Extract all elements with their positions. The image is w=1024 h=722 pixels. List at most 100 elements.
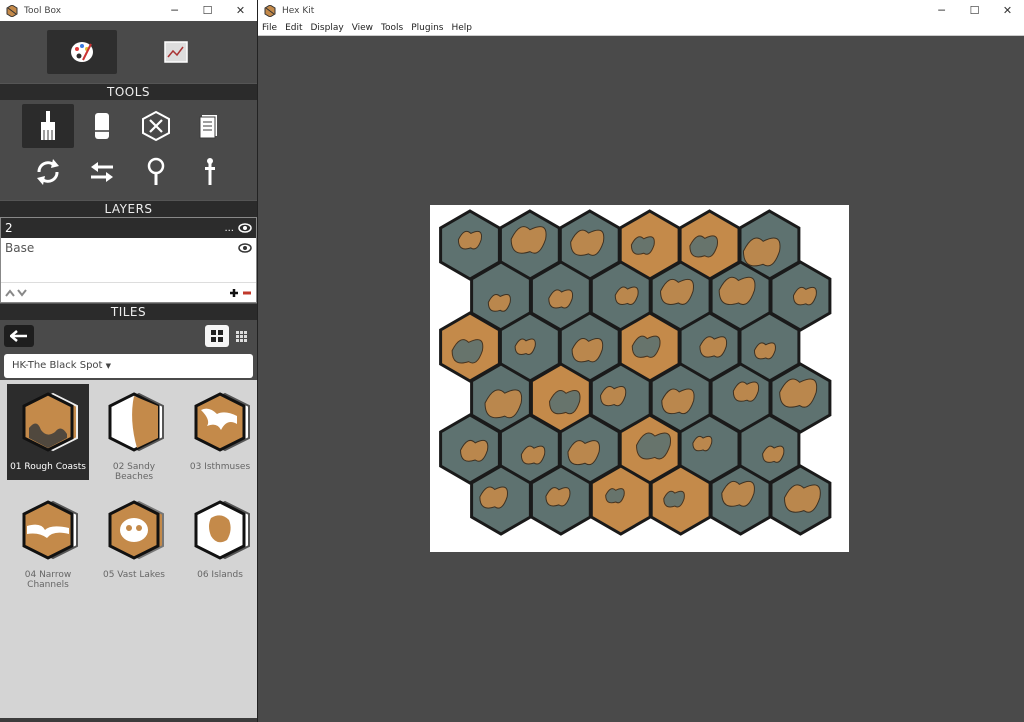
layer-options[interactable]: ... (224, 223, 234, 234)
tile-label: 03 Isthmuses (189, 462, 251, 472)
pick-tool[interactable] (184, 150, 236, 194)
eraser-tool[interactable] (76, 104, 128, 148)
coastline-shape (630, 236, 655, 255)
coastline-shape (451, 339, 484, 364)
tile-item[interactable]: 05 Vast Lakes (93, 492, 175, 600)
menu-edit[interactable]: Edit (281, 23, 306, 33)
coastline-shape (548, 289, 574, 309)
notes-tool[interactable] (184, 104, 236, 148)
main-window: Hex Kit ─ ☐ ✕ File Edit Display View Too… (258, 0, 1024, 722)
tile-item[interactable]: 04 Narrow Channels (7, 492, 89, 600)
move-down-icon[interactable] (17, 288, 27, 297)
coastline-shape (742, 237, 781, 267)
grid-small-icon (235, 330, 247, 342)
map-mode-button[interactable] (141, 30, 211, 74)
layers-header: LAYERS (0, 200, 257, 217)
coastline-shape (779, 378, 818, 408)
menu-display[interactable]: Display (307, 23, 348, 33)
map-canvas[interactable] (430, 205, 849, 552)
coastline-shape (614, 286, 639, 305)
layer-name: 2 (5, 221, 13, 235)
remove-layer-icon[interactable] (242, 288, 252, 298)
eye-icon[interactable] (238, 243, 252, 253)
coastline-shape (514, 338, 536, 355)
tile-label: 05 Vast Lakes (102, 570, 165, 580)
close-icon[interactable]: ✕ (991, 4, 1024, 17)
brush-tool[interactable] (21, 104, 74, 148)
coastline-shape (510, 226, 547, 254)
layers-footer (1, 282, 256, 302)
layer-name: Base (5, 241, 35, 255)
coastline-shape (570, 229, 605, 256)
menu-help[interactable]: Help (447, 23, 476, 33)
coastline-shape (549, 390, 581, 415)
maximize-icon[interactable]: ☐ (191, 4, 224, 17)
tile-thumbnail (108, 392, 164, 452)
coastline-shape (457, 230, 483, 250)
tile-thumbnail (194, 392, 250, 452)
menu-plugins[interactable]: Plugins (407, 23, 447, 33)
coastline-shape (692, 435, 713, 452)
tileset-select[interactable]: HK-The Black Spot ▼ (4, 354, 253, 378)
coastline-shape (571, 338, 604, 363)
map-icon (163, 41, 188, 63)
tile-item[interactable]: 02 Sandy Beaches (93, 384, 175, 492)
eye-icon[interactable] (238, 223, 252, 233)
tools-grid (0, 100, 257, 200)
main-titlebar: Hex Kit ─ ☐ ✕ (258, 0, 1024, 21)
coastline-shape (631, 335, 661, 358)
rotate-tool[interactable] (22, 150, 74, 194)
coastline-shape (545, 487, 571, 507)
tiles-header: TILES (0, 303, 257, 320)
mode-bar (0, 21, 257, 83)
back-button[interactable] (4, 325, 34, 347)
large-grid-view-button[interactable] (205, 325, 229, 347)
small-grid-view-button[interactable] (229, 325, 253, 347)
layer-row[interactable]: Base (1, 238, 256, 258)
notes-icon (199, 115, 217, 139)
brush-icon (40, 111, 55, 140)
magnifier-icon (147, 157, 164, 185)
tileset-name: HK-The Black Spot (12, 360, 103, 371)
clear-hex-tool[interactable] (130, 104, 182, 148)
hex-map[interactable] (430, 205, 849, 552)
tiles-toolbar (0, 320, 257, 352)
palette-icon (70, 42, 93, 62)
swap-icon (90, 162, 113, 182)
menu-file[interactable]: File (258, 23, 281, 33)
app-icon (264, 4, 276, 17)
coastline-shape (605, 488, 625, 504)
coastline-shape (660, 278, 694, 305)
coastline-shape (689, 235, 719, 258)
coastline-shape (718, 276, 756, 306)
move-up-icon[interactable] (5, 288, 15, 297)
tile-item[interactable]: 06 Islands (179, 492, 261, 600)
zoom-tool[interactable] (130, 150, 182, 194)
tile-thumbnail (22, 500, 78, 560)
coastline-shape (460, 439, 489, 462)
tools-header: TOOLS (0, 83, 257, 100)
menu-tools[interactable]: Tools (377, 23, 407, 33)
layer-row[interactable]: 2 ... (1, 218, 256, 238)
arrow-left-icon (10, 330, 27, 342)
minimize-icon[interactable]: ─ (925, 4, 958, 17)
add-layer-icon[interactable] (229, 288, 239, 298)
layers-panel: 2 ... Base (0, 217, 257, 303)
tile-label: 06 Islands (197, 570, 243, 580)
rotate-icon (36, 159, 59, 185)
main-title: Hex Kit (282, 5, 315, 16)
tile-item[interactable]: 01 Rough Coasts (7, 384, 89, 480)
close-icon[interactable]: ✕ (224, 4, 257, 17)
tile-thumbnail (22, 392, 78, 452)
coastline-shape (600, 386, 627, 407)
minimize-icon[interactable]: ─ (158, 4, 191, 17)
menu-view[interactable]: View (348, 23, 377, 33)
coastline-shape (636, 432, 672, 460)
coastline-shape (792, 286, 817, 306)
coastline-shape (732, 381, 760, 402)
maximize-icon[interactable]: ☐ (958, 4, 991, 17)
paint-mode-button[interactable] (46, 30, 117, 74)
swap-tool[interactable] (76, 150, 128, 194)
tile-item[interactable]: 03 Isthmuses (179, 384, 261, 492)
tile-thumbnail (108, 500, 164, 560)
